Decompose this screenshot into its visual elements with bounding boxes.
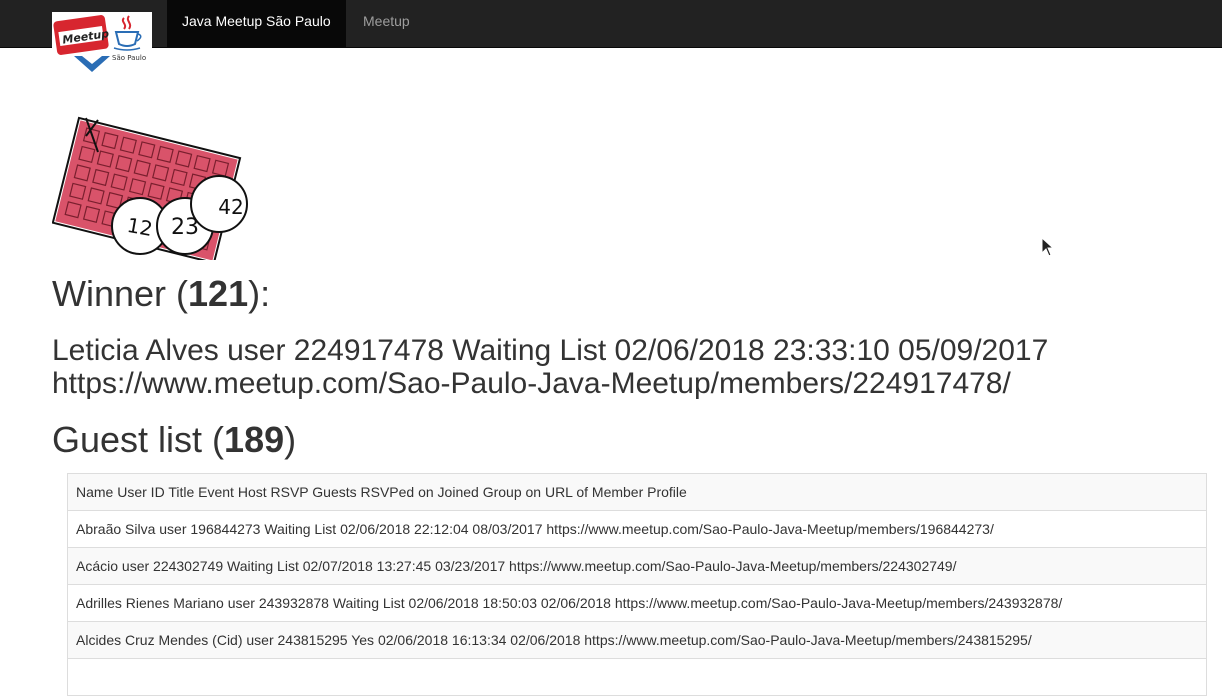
- table-cell: Adrilles Rienes Mariano user 243932878 W…: [67, 584, 1207, 622]
- svg-text:12: 12: [125, 213, 154, 241]
- table-cell: [67, 658, 1207, 696]
- table-row: [67, 658, 1207, 696]
- guest-list-heading: Guest list (189): [52, 419, 297, 460]
- table-row: Adrilles Rienes Mariano user 243932878 W…: [67, 584, 1207, 622]
- guest-count: 189: [224, 419, 285, 460]
- winner-heading: Winner (121):: [52, 273, 271, 314]
- table-header-cell: Name User ID Title Event Host RSVP Guest…: [67, 473, 1207, 511]
- bingo-ball-42: 42: [190, 175, 248, 233]
- table-row: Acácio user 224302749 Waiting List 02/07…: [67, 547, 1207, 585]
- nav-java-meetup-sao-paulo[interactable]: Java Meetup São Paulo: [167, 0, 346, 47]
- bingo-card-icon: 12 23 42: [52, 116, 248, 260]
- top-navbar: Java Meetup São Paulo Meetup: [0, 0, 1222, 48]
- table-cell: Acácio user 224302749 Waiting List 02/07…: [67, 547, 1207, 585]
- winner-profile-url: https://www.meetup.com/Sao-Paulo-Java-Me…: [52, 367, 1011, 400]
- winner-details: Leticia Alves user 224917478 Waiting Lis…: [52, 334, 1172, 400]
- brand-logo[interactable]: Meetup São Paulo: [52, 12, 152, 73]
- java-coffee-cup-icon: [113, 15, 142, 51]
- meetup-badge-icon: Meetup: [53, 15, 110, 55]
- table-row: Abraão Silva user 196844273 Waiting List…: [67, 510, 1207, 548]
- nav-meetup[interactable]: Meetup: [348, 0, 425, 47]
- table-row: Alcides Cruz Mendes (Cid) user 243815295…: [67, 621, 1207, 659]
- winner-count: 121: [188, 273, 249, 314]
- svg-text:São Paulo: São Paulo: [112, 54, 146, 62]
- mouse-cursor-icon: [1041, 237, 1055, 257]
- svg-text:42: 42: [218, 195, 243, 219]
- winner-info: Leticia Alves user 224917478 Waiting Lis…: [52, 334, 1049, 367]
- table-cell: Abraão Silva user 196844273 Waiting List…: [67, 510, 1207, 548]
- table-cell: Alcides Cruz Mendes (Cid) user 243815295…: [67, 621, 1207, 659]
- table-header-row: Name User ID Title Event Host RSVP Guest…: [67, 473, 1207, 511]
- guest-table: Name User ID Title Event Host RSVP Guest…: [67, 473, 1207, 696]
